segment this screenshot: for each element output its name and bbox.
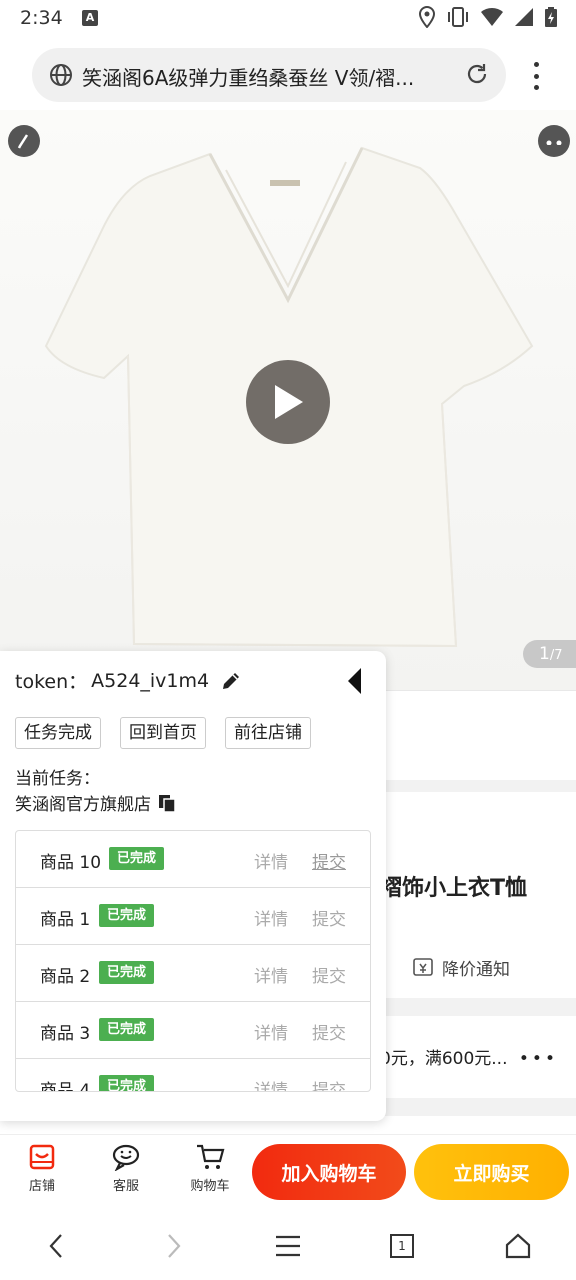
tabs-count: 1 [398, 1239, 406, 1253]
more-dots-icon: ••• [518, 1049, 558, 1069]
task-list[interactable]: 商品 10 已完成 详情 提交 商品 1 已完成 详情 提交 商品 2 已完成 … [15, 830, 371, 1092]
promo-fragment: 0元，满600元... ••• [380, 1044, 558, 1069]
status-badge: 已完成 [99, 904, 155, 927]
task-detail-link[interactable]: 详情 [254, 848, 288, 873]
buy-now-button[interactable]: 立即购买 [414, 1144, 569, 1200]
menu-nav-button[interactable] [272, 1230, 304, 1262]
status-badge: 已完成 [109, 847, 165, 870]
status-time: 2:34 [20, 7, 63, 29]
shop-button[interactable]: 店铺 [14, 1143, 70, 1194]
task-name: 商品 3 [40, 1024, 91, 1044]
task-row: 商品 4 已完成 详情 提交 [16, 1059, 370, 1092]
promo-text: 0元，满600元... [380, 1049, 508, 1069]
task-submit-link[interactable]: 提交 [312, 1019, 346, 1044]
shop-label: 店铺 [28, 1179, 55, 1194]
current-shop-name: 笑涵阁官方旗舰店 [15, 795, 151, 815]
status-badge: 已完成 [99, 961, 155, 984]
reload-icon[interactable] [464, 61, 490, 87]
status-icons [418, 6, 558, 28]
price-notify-label: 降价通知 [442, 960, 510, 980]
notification-a-icon: A [82, 10, 98, 26]
chevron-right-icon [168, 1234, 181, 1258]
service-label: 客服 [112, 1179, 139, 1194]
battery-icon [545, 7, 557, 27]
task-panel: token： A524_iv1m4 任务完成 回到首页 前往店铺 当前任务： 笑… [0, 651, 386, 1121]
back-nav-button[interactable] [40, 1230, 72, 1262]
status-bar: 2:34 A [0, 0, 576, 36]
token-row: token： A524_iv1m4 [15, 667, 243, 694]
navigation-bar: 1 [0, 1210, 576, 1280]
cart-icon [197, 1144, 225, 1169]
menu-dot-icon [533, 85, 539, 90]
task-row: 商品 3 已完成 详情 提交 [16, 1002, 370, 1059]
menu-dot-icon [533, 62, 539, 67]
task-name: 商品 4 [40, 1081, 91, 1092]
tabs-nav-button[interactable]: 1 [386, 1230, 418, 1262]
task-detail-link[interactable]: 详情 [254, 1019, 288, 1044]
play-video-button[interactable] [246, 360, 330, 444]
collapse-panel-icon[interactable] [348, 668, 361, 694]
image-counter-current: 1 [539, 644, 550, 664]
customer-service-button[interactable]: 客服 [98, 1143, 154, 1194]
menu-dot-icon [533, 73, 539, 79]
go-to-shop-button[interactable]: 前往店铺 [225, 717, 311, 749]
browser-menu-button[interactable] [526, 60, 546, 92]
product-title-fragment: 褶饰小上衣T恤 [380, 876, 528, 901]
task-detail-link[interactable]: 详情 [254, 905, 288, 930]
task-complete-button[interactable]: 任务完成 [15, 717, 101, 749]
back-home-button[interactable]: 回到首页 [120, 717, 206, 749]
task-submit-link[interactable]: 提交 [312, 1076, 346, 1091]
back-icon[interactable] [8, 125, 40, 157]
task-detail-link[interactable]: 详情 [254, 1076, 288, 1091]
status-badge: 已完成 [99, 1075, 155, 1091]
task-name: 商品 2 [40, 967, 91, 987]
page-title[interactable]: 笑涵阁6A级弹力重绉桑蚕丝 V领/褶... [82, 62, 442, 91]
current-task-shop: 笑涵阁官方旗舰店 [15, 790, 177, 815]
task-submit-link[interactable]: 提交 [312, 848, 346, 873]
price-tag-icon [413, 957, 433, 976]
task-submit-link[interactable]: 提交 [312, 905, 346, 930]
task-row: 商品 1 已完成 详情 提交 [16, 888, 370, 945]
chevron-left-icon [49, 1234, 62, 1258]
cart-button[interactable]: 购物车 [182, 1143, 238, 1194]
home-nav-button[interactable] [502, 1230, 534, 1262]
token-label: token： [15, 671, 88, 693]
task-name: 商品 1 [40, 910, 91, 930]
globe-icon [50, 64, 72, 86]
forward-nav-button[interactable] [158, 1230, 190, 1262]
shop-icon [29, 1144, 55, 1170]
divider [386, 690, 576, 691]
image-counter: 1/7 [523, 640, 576, 668]
task-row: 商品 2 已完成 详情 提交 [16, 945, 370, 1002]
token-value: A524_iv1m4 [91, 669, 210, 692]
wifi-icon [481, 7, 503, 26]
edit-icon[interactable] [219, 669, 243, 693]
signal-icon [515, 8, 533, 26]
url-bar[interactable]: 笑涵阁6A级弹力重绉桑蚕丝 V领/褶... [32, 48, 506, 102]
hamburger-icon [276, 1235, 300, 1257]
cart-label: 购物车 [190, 1179, 230, 1194]
task-name: 商品 10 [40, 853, 102, 873]
task-row: 商品 10 已完成 详情 提交 [16, 831, 370, 888]
location-icon [418, 6, 436, 28]
image-counter-total: /7 [549, 648, 563, 663]
chat-icon [112, 1144, 140, 1171]
vibrate-icon [448, 7, 468, 27]
play-icon [275, 385, 303, 419]
copy-icon[interactable] [157, 793, 177, 813]
status-badge: 已完成 [99, 1018, 155, 1041]
more-icon[interactable] [538, 125, 570, 157]
add-to-cart-button[interactable]: 加入购物车 [252, 1144, 406, 1200]
task-submit-link[interactable]: 提交 [312, 962, 346, 987]
home-icon [505, 1233, 531, 1259]
action-bar: 店铺 客服 购物车 加入购物车 立即购买 [0, 1134, 576, 1210]
current-task-label: 当前任务： [15, 769, 100, 789]
price-notify-button[interactable]: 降价通知 [412, 955, 510, 980]
task-detail-link[interactable]: 详情 [254, 962, 288, 987]
